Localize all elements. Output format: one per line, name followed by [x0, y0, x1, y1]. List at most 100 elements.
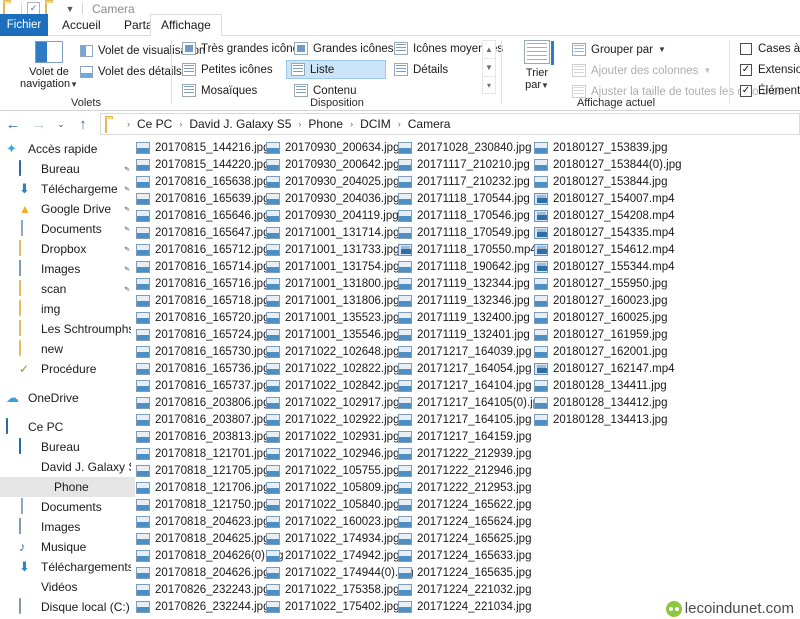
sidebar-item-t-l-chargement[interactable]: ⬇ Téléchargement:✒	[0, 179, 135, 199]
breadcrumb-phone[interactable]: Phone	[306, 117, 345, 131]
file-list-item[interactable]: 20171022_102946.jpg	[266, 445, 399, 462]
sidebar-item-images[interactable]: Images	[0, 517, 135, 537]
file-list-item[interactable]: 20171224_165622.jpg	[398, 496, 532, 513]
file-list-item[interactable]: 20171217_164105(0).jpg	[398, 394, 546, 411]
sidebar-item-img[interactable]: img	[0, 299, 135, 319]
sidebar-item-proc-dure[interactable]: ✓ Procédure	[0, 359, 135, 379]
file-list-item[interactable]: 20171118_170544.jpg	[398, 190, 532, 207]
file-list-item[interactable]: 20171224_165635.jpg	[398, 564, 532, 581]
file-list-item[interactable]: 20170930_204119.jpg	[266, 207, 399, 224]
file-list-item[interactable]: 20170816_165712.jpg	[136, 241, 269, 258]
pin-icon[interactable]: ✒	[121, 242, 133, 255]
file-list-item[interactable]: 20171001_135523.jpg	[266, 309, 399, 326]
breadcrumb[interactable]: › Ce PC › David J. Galaxy S5 › Phone › D…	[100, 113, 800, 135]
file-list-item[interactable]: 20170816_165714.jpg	[136, 258, 269, 275]
file-list-item[interactable]: 20171022_174944(0).jpg	[266, 564, 414, 581]
breadcrumb-camera[interactable]: Camera	[406, 117, 453, 131]
file-list-item[interactable]: 20171022_102842.jpg	[266, 377, 399, 394]
file-list-item[interactable]: 20170816_165638.jpg	[136, 173, 269, 190]
file-list-item[interactable]: 20180127_154335.mp4	[534, 224, 684, 241]
file-list-item[interactable]: 20180127_160025.jpg	[534, 309, 684, 326]
file-list-item[interactable]: 20170818_204623.jpg	[136, 513, 269, 530]
pin-icon[interactable]: ✒	[121, 202, 133, 215]
recent-locations-button[interactable]: ⌄	[52, 113, 70, 135]
file-list-item[interactable]: 20170826_232244.jpg	[136, 598, 269, 615]
file-list-item[interactable]: 20171022_102922.jpg	[266, 411, 399, 428]
file-list-item[interactable]: 20180127_154612.mp4	[534, 241, 684, 258]
sidebar-item-acc-s-rapide[interactable]: ✦ Accès rapide	[0, 139, 135, 159]
file-list-item[interactable]: 20170818_204626(0).jpg	[136, 547, 284, 564]
file-list-item[interactable]: 20171224_221032.jpg	[398, 581, 532, 598]
sidebar-item-ce-pc[interactable]: Ce PC	[0, 417, 135, 437]
sidebar-item-t-l-chargements[interactable]: ⬇ Téléchargements	[0, 557, 135, 577]
file-list-item[interactable]: 20171118_170546.jpg	[398, 207, 532, 224]
sidebar-item-vid-os[interactable]: Vidéos	[0, 577, 135, 597]
file-list-item[interactable]: 20170930_200634.jpg	[266, 139, 399, 156]
view-option-details[interactable]: Détails	[390, 60, 452, 79]
file-list-item[interactable]: 20170815_144216.jpg	[136, 139, 269, 156]
scroll-up-icon[interactable]: ▲	[482, 40, 496, 58]
breadcrumb-ce-pc[interactable]: Ce PC	[135, 117, 174, 131]
file-list-item[interactable]: 20171224_165625.jpg	[398, 530, 532, 547]
sidebar-item-google-drive[interactable]: ▲ Google Drive ✒	[0, 199, 135, 219]
file-list-item[interactable]: 20170816_165737.jpg	[136, 377, 269, 394]
file-list-item[interactable]: 20171001_131800.jpg	[266, 275, 399, 292]
file-list-item[interactable]: 20171001_131733.jpg	[266, 241, 399, 258]
sidebar-item-disque-local-c[interactable]: Disque local (C:)	[0, 597, 135, 617]
file-list-item[interactable]: 20170816_165646.jpg	[136, 207, 269, 224]
file-list-item[interactable]: 20170818_204626.jpg	[136, 564, 269, 581]
file-list-item[interactable]: 20171222_212939.jpg	[398, 445, 532, 462]
file-list-item[interactable]: 20180127_162147.mp4	[534, 360, 684, 377]
file-list-item[interactable]: 20171217_164039.jpg	[398, 343, 532, 360]
file-list-item[interactable]: 20180127_162001.jpg	[534, 343, 684, 360]
layout-scroll-buttons[interactable]: ▲ ▼ ▾	[482, 40, 496, 98]
file-list-item[interactable]: 20171022_174934.jpg	[266, 530, 399, 547]
expand-gallery-icon[interactable]: ▾	[482, 76, 496, 94]
breadcrumb-device[interactable]: David J. Galaxy S5	[187, 117, 293, 131]
sidebar-item-images[interactable]: Images ✒	[0, 259, 135, 279]
sort-by-button[interactable]: Trier par▼	[514, 39, 560, 95]
checkbox-checked-icon[interactable]: ✓	[740, 64, 752, 76]
file-list-item[interactable]: 20170816_165718.jpg	[136, 292, 269, 309]
file-list-item[interactable]: 20170930_204025.jpg	[266, 173, 399, 190]
forward-button[interactable]: →	[26, 113, 52, 135]
file-list-item[interactable]: 20170816_165720.jpg	[136, 309, 269, 326]
file-list[interactable]: 20170815_144216.jpg 20170815_144220.jpg 20…	[136, 139, 800, 619]
file-list-item[interactable]: 20171001_131806.jpg	[266, 292, 399, 309]
sidebar-item-dropbox[interactable]: Dropbox ✒	[0, 239, 135, 259]
hidden-items-option[interactable]: ✓ Éléments m	[740, 85, 800, 97]
file-list-item[interactable]: 20171217_164159.jpg	[398, 428, 532, 445]
checkbox-unchecked-icon[interactable]	[740, 43, 752, 55]
file-list-item[interactable]: 20171028_230840.jpg	[398, 139, 532, 156]
file-list-item[interactable]: 20170816_165647.jpg	[136, 224, 269, 241]
file-list-item[interactable]: 20180128_134413.jpg	[534, 411, 684, 428]
scroll-down-icon[interactable]: ▼	[482, 58, 496, 76]
file-list-item[interactable]: 20170826_232243.jpg	[136, 581, 269, 598]
file-list-item[interactable]: 20170930_200642.jpg	[266, 156, 399, 173]
file-list-item[interactable]: 20171001_135546.jpg	[266, 326, 399, 343]
file-list-item[interactable]: 20171022_105809.jpg	[266, 479, 399, 496]
file-list-item[interactable]: 20180127_153844.jpg	[534, 173, 684, 190]
add-columns-item[interactable]: Ajouter des colonnes ▼	[572, 64, 711, 77]
pin-icon[interactable]: ✒	[121, 182, 133, 195]
view-option-petites-icones[interactable]: Petites icônes	[178, 60, 277, 79]
file-list-item[interactable]: 20180127_155344.mp4	[534, 258, 684, 275]
file-list-item[interactable]: 20171022_175402.jpg	[266, 598, 399, 615]
sidebar-item-bureau[interactable]: Bureau	[0, 437, 135, 457]
pin-icon[interactable]: ✒	[121, 262, 133, 275]
file-list-item[interactable]: 20171224_165624.jpg	[398, 513, 532, 530]
file-list-item[interactable]: 20180127_161959.jpg	[534, 326, 684, 343]
file-list-item[interactable]: 20171022_102648.jpg	[266, 343, 399, 360]
checkbox-checked-icon-2[interactable]: ✓	[740, 85, 752, 97]
sidebar-item-phone[interactable]: Phone	[0, 477, 135, 497]
file-list-item[interactable]: 20171119_132346.jpg	[398, 292, 532, 309]
file-list-item[interactable]: 20171224_165633.jpg	[398, 547, 532, 564]
file-list-item[interactable]: 20171119_132401.jpg	[398, 326, 532, 343]
file-list-item[interactable]: 20180127_154007.mp4	[534, 190, 684, 207]
navigation-pane[interactable]: ✦Accès rapideBureau✒⬇Téléchargement:✒▲Go…	[0, 139, 135, 619]
file-list-item[interactable]: 20170818_204625.jpg	[136, 530, 269, 547]
file-list-item[interactable]: 20171022_160023.jpg	[266, 513, 399, 530]
file-list-item[interactable]: 20171217_164054.jpg	[398, 360, 532, 377]
sidebar-item-david-j-galaxy-s5[interactable]: David J. Galaxy S5	[0, 457, 135, 477]
sidebar-item-documents[interactable]: Documents	[0, 497, 135, 517]
